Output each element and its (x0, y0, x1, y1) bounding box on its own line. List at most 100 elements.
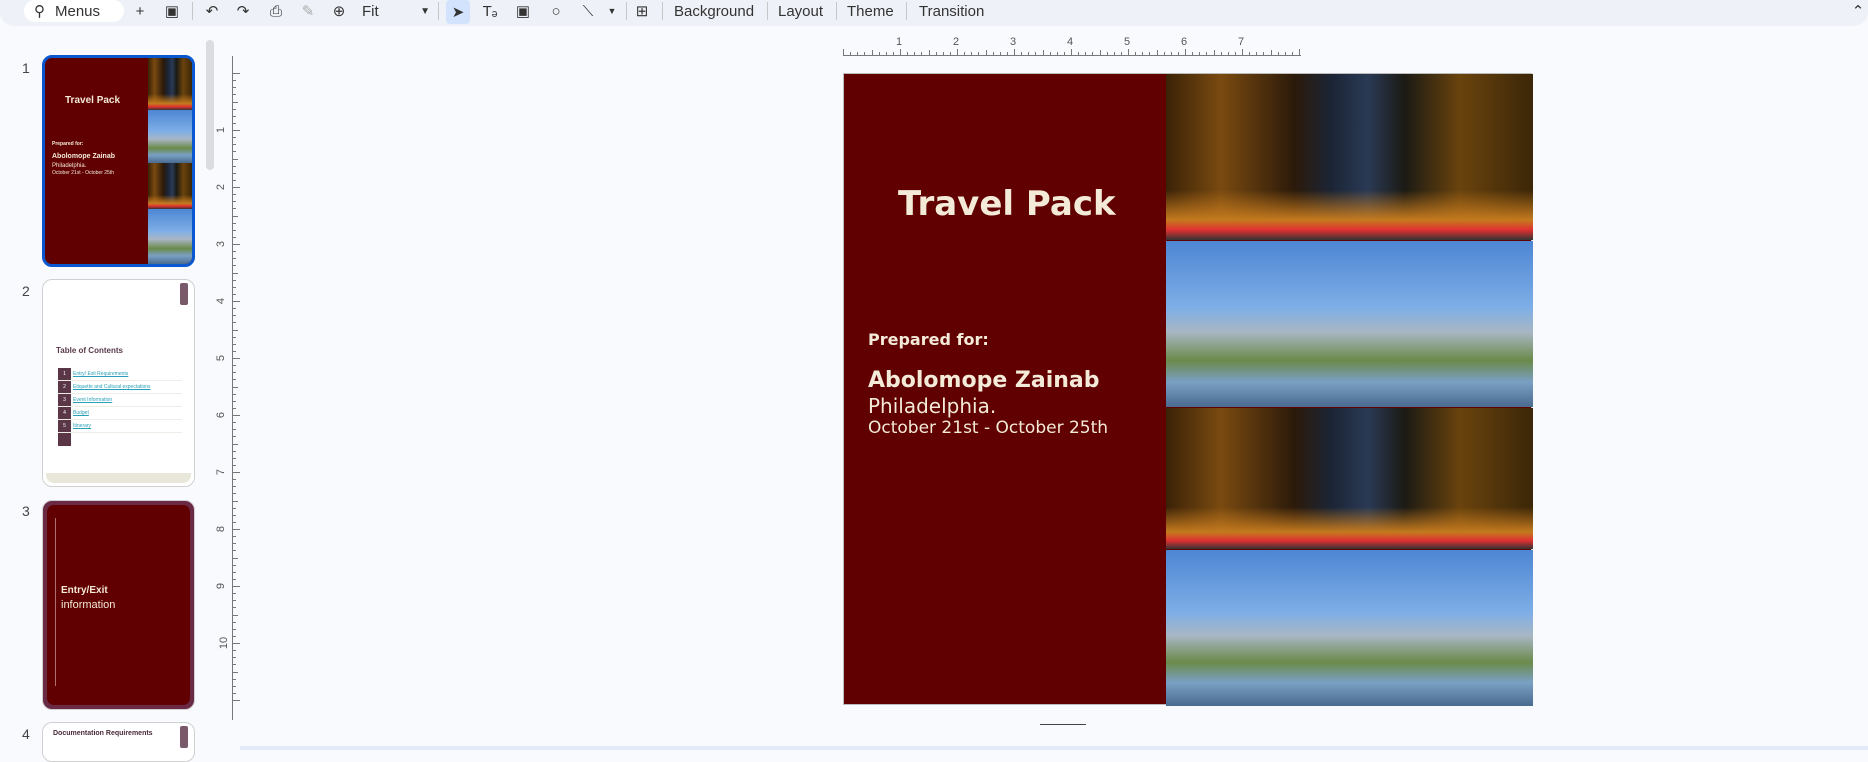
ruler-label: 4 (1067, 36, 1074, 48)
photo-city-hall-night[interactable] (1166, 408, 1533, 549)
filmstrip-scrollbar[interactable] (206, 40, 214, 170)
ruler-tick (233, 479, 236, 481)
slide-thumbnail-2[interactable]: Table of Contents 1 Entry/ Exit Requireme… (42, 279, 195, 487)
resize-handle[interactable] (1040, 724, 1086, 725)
line-dropdown-icon[interactable]: ▼ (600, 0, 624, 22)
photo-philadelphia-skyline[interactable] (1166, 241, 1533, 407)
ruler-tick (233, 493, 236, 495)
ruler-tick (233, 172, 236, 174)
slide-thumbnail-1[interactable]: Travel Pack Prepared for: Abolomope Zain… (42, 55, 195, 267)
ruler-tick (233, 194, 236, 196)
ruler-tick (957, 49, 958, 55)
ruler-tick (233, 151, 236, 153)
ruler-tick (1291, 52, 1293, 55)
ruler-tick (1270, 50, 1272, 55)
ruler-tick (233, 400, 236, 402)
ruler-tick (233, 450, 236, 452)
ruler-tick (1249, 52, 1251, 55)
ruler-tick (233, 692, 236, 694)
slide-title[interactable]: Travel Pack (898, 184, 1116, 224)
slide-canvas[interactable]: Travel Pack Prepared for: Abolomope Zain… (843, 73, 1533, 706)
ruler-tick (1199, 52, 1201, 55)
select-cursor-icon[interactable]: ➤ (446, 0, 470, 24)
ruler-tick (233, 593, 236, 595)
ruler-label: 3 (1010, 36, 1017, 48)
add-comment-icon[interactable]: ⊞ (630, 0, 654, 22)
ruler-tick (233, 614, 238, 616)
thumb-subtitle: information (61, 599, 116, 611)
toc-row: 5 Itinerary (58, 420, 182, 433)
photo-city-hall-night[interactable] (1166, 74, 1533, 240)
ruler-tick (1149, 52, 1151, 55)
zoom-icon[interactable]: ⊕ (327, 0, 351, 22)
new-slide-icon[interactable]: + (128, 0, 152, 22)
ruler-tick (233, 165, 236, 167)
ruler-label: 2 (953, 36, 960, 48)
image-icon[interactable]: ▣ (511, 0, 535, 22)
photo-philadelphia-skyline[interactable] (1166, 550, 1533, 706)
ruler-tick (233, 415, 240, 416)
undo-icon[interactable]: ↶ (200, 0, 224, 22)
ruler-tick (1192, 52, 1194, 55)
ruler-tick (1028, 52, 1030, 55)
layout-button[interactable]: Layout (778, 0, 823, 22)
recipient-name[interactable]: Abolomope Zainab (868, 368, 1100, 393)
ruler-tick (233, 286, 236, 288)
ruler-tick (1078, 52, 1080, 55)
redo-icon[interactable]: ↷ (231, 0, 255, 22)
ruler-tick (233, 607, 236, 609)
ruler-tick (233, 700, 240, 701)
layout-select-icon[interactable]: ▣ (160, 0, 184, 22)
ruler-tick (233, 650, 236, 652)
ruler-tick (233, 507, 236, 509)
print-icon[interactable]: ⎙ (264, 0, 288, 22)
ruler-tick (233, 372, 236, 374)
ruler-tick (233, 500, 238, 502)
background-button[interactable]: Background (674, 0, 754, 22)
ruler-tick (233, 657, 236, 659)
menus-search[interactable]: ⚲ Menus (24, 0, 124, 22)
ruler-tick (233, 215, 238, 217)
collapse-chevron-icon[interactable]: ⌃ (1846, 0, 1868, 22)
ruler-label: 1 (896, 36, 903, 48)
ruler-tick (1085, 52, 1087, 55)
divider (836, 2, 837, 20)
ruler-tick (233, 443, 238, 445)
slide-thumbnail-3[interactable]: Entry/Exit information (42, 500, 195, 710)
ruler-tick (233, 122, 236, 124)
ruler-tick (233, 94, 236, 96)
ruler-tick (1106, 52, 1108, 55)
ruler-tick (1156, 50, 1158, 55)
thumb-title: Documentation Requirements (53, 730, 153, 737)
ruler-tick (1177, 52, 1179, 55)
line-icon[interactable]: ⟍ (576, 0, 600, 22)
ruler-tick (233, 308, 236, 310)
thumb-dates: October 21st - October 25th (52, 170, 114, 176)
paint-format-icon[interactable]: ✎ (296, 0, 320, 22)
city[interactable]: Philadelphia. (868, 394, 996, 418)
text-box-icon[interactable]: Tₔ (478, 0, 502, 22)
ruler-tick (233, 365, 236, 367)
ruler-tick (857, 52, 859, 55)
prepared-for-label[interactable]: Prepared for: (868, 330, 989, 349)
ruler-tick (233, 422, 236, 424)
ruler-tick (1299, 49, 1300, 55)
ruler-tick (233, 87, 236, 89)
ruler-tick (233, 236, 236, 238)
thumb-title: Travel Pack (65, 95, 121, 106)
zoom-select[interactable]: Fit ▼ (362, 0, 430, 22)
ruler-label: 6 (215, 411, 228, 419)
ruler-tick (971, 52, 973, 55)
ruler-tick (233, 293, 236, 295)
slide-thumbnail-4[interactable]: Documentation Requirements (42, 722, 195, 762)
ruler-tick (233, 664, 236, 666)
dates[interactable]: October 21st - October 25th (868, 418, 1108, 438)
ruler-label: 9 (215, 582, 228, 590)
theme-button[interactable]: Theme (847, 0, 894, 22)
ruler-tick (233, 336, 236, 338)
ruler-tick (233, 529, 240, 530)
ruler-tick (1256, 52, 1258, 55)
ruler-tick (1063, 52, 1065, 55)
transition-button[interactable]: Transition (919, 0, 984, 22)
shape-icon[interactable]: ○ (544, 0, 568, 22)
